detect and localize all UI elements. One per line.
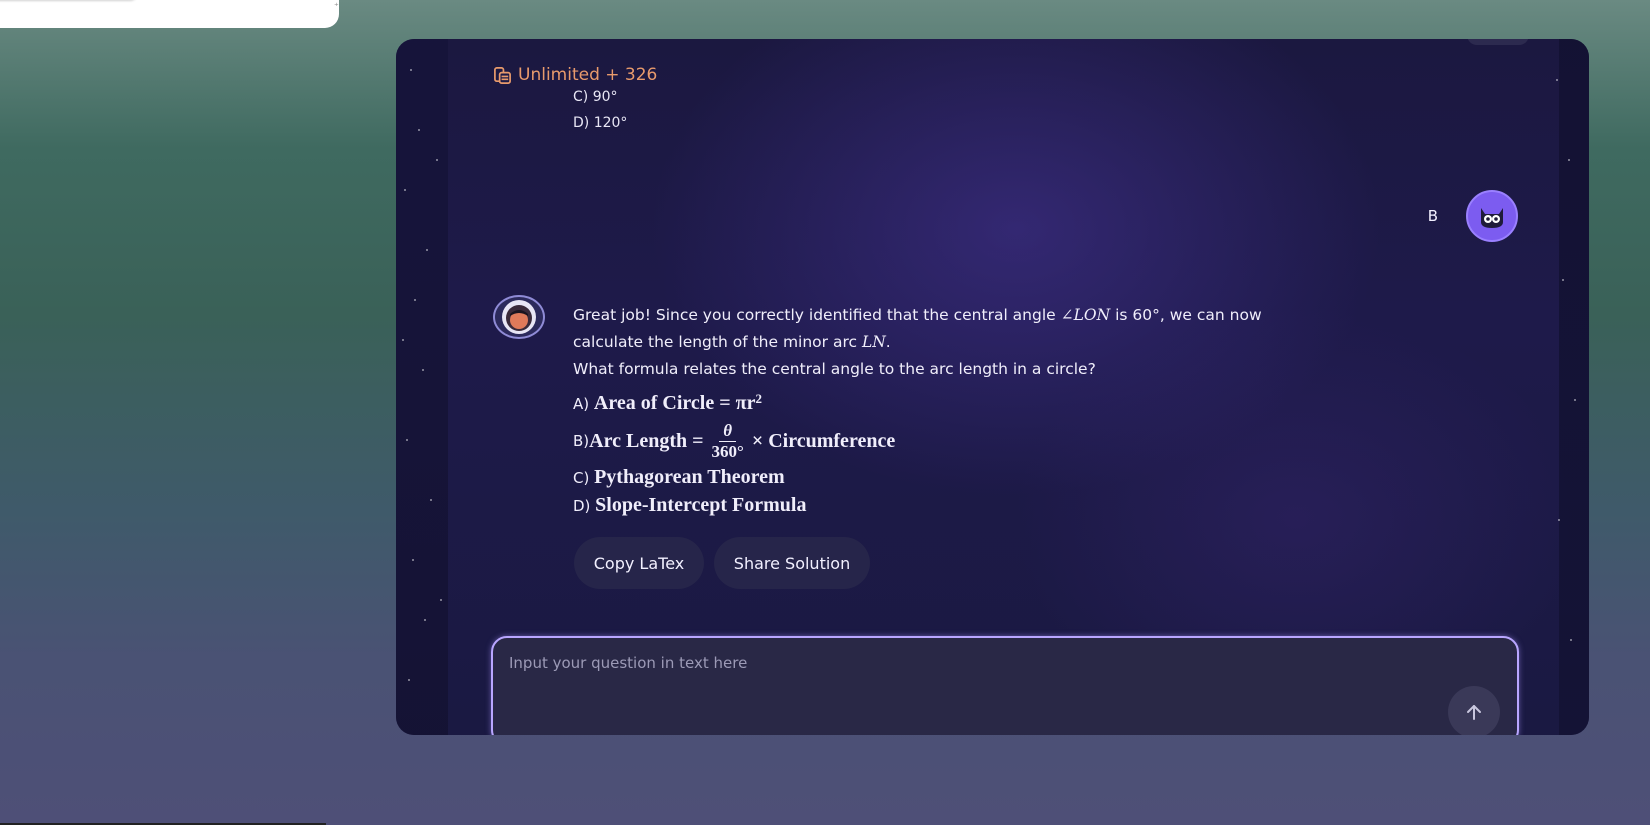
arc-notation: LN	[861, 333, 886, 351]
star-decoration	[414, 299, 416, 301]
star-decoration	[1574, 399, 1576, 401]
option-b: B) Arc Length = θ 360° × Circumference	[573, 418, 1313, 464]
fraction-denominator: 360°	[711, 441, 744, 461]
message-intro-part1: Great job! Since you correctly identifie…	[573, 306, 1061, 324]
option-b-prefix: B)	[573, 431, 590, 450]
option-d-prefix: D)	[573, 497, 596, 516]
share-solution-button[interactable]: Share Solution	[714, 537, 870, 589]
question-input-placeholder: Input your question in text here	[509, 654, 748, 672]
star-decoration	[418, 129, 420, 131]
user-message-text: B	[1427, 207, 1438, 225]
credits-indicator: Unlimited + 326	[493, 65, 657, 85]
panel-top-tab	[1467, 39, 1529, 45]
chat-panel: Unlimited + 326 C) 90° D) 120° B Great j…	[396, 39, 1589, 735]
message-intro-part2: is 60°, we can now	[1110, 306, 1262, 324]
option-d: D) Slope-Intercept Formula	[573, 492, 1313, 520]
question-input[interactable]: Input your question in text here	[491, 636, 1519, 735]
message-line2-part2: .	[885, 333, 891, 351]
star-decoration	[408, 679, 410, 681]
star-decoration	[440, 599, 442, 601]
option-b-formula-right: × Circumference	[751, 429, 896, 452]
credits-text: Unlimited + 326	[518, 65, 658, 85]
option-c-formula: Pythagorean Theorem	[594, 466, 785, 489]
message-question: What formula relates the central angle t…	[573, 360, 1096, 378]
option-b-fraction: θ 360°	[708, 421, 748, 462]
option-a-formula: Area of Circle = πr	[593, 392, 756, 415]
star-decoration	[404, 189, 406, 191]
arrow-up-icon	[1467, 705, 1481, 720]
star-decoration	[402, 339, 404, 341]
cat-avatar-icon[interactable]	[1466, 190, 1518, 242]
fraction-numerator: θ	[719, 421, 737, 442]
star-decoration	[1570, 639, 1572, 641]
previous-option-d: D) 120°	[573, 115, 628, 131]
star-decoration	[424, 619, 426, 621]
star-decoration	[436, 159, 438, 161]
angle-notation: ∠LON	[1060, 306, 1111, 324]
option-d-formula: Slope-Intercept Formula	[595, 494, 807, 517]
astronaut-avatar-icon	[493, 295, 545, 339]
option-a-prefix: A)	[573, 395, 594, 414]
star-decoration	[412, 559, 414, 561]
coins-icon	[493, 66, 512, 85]
message-line2-part1: calculate the length of the minor arc	[573, 333, 862, 351]
option-c-prefix: C)	[573, 469, 595, 488]
user-message-row: B	[1428, 190, 1518, 242]
assistant-message: Great job! Since you correctly identifie…	[573, 302, 1313, 520]
starfield-right	[1559, 39, 1589, 735]
star-decoration	[410, 69, 412, 71]
star-decoration	[1568, 159, 1570, 161]
top-left-card	[0, 0, 339, 28]
top-card-mark: ⁺	[334, 2, 339, 12]
option-a: A) Area of Circle = πr2	[573, 385, 1313, 418]
star-decoration	[406, 439, 408, 441]
message-line-2: calculate the length of the minor arc LN…	[573, 329, 1313, 356]
star-decoration	[1562, 279, 1564, 281]
send-button[interactable]	[1448, 686, 1500, 735]
star-decoration	[426, 249, 428, 251]
star-decoration	[430, 499, 432, 501]
star-decoration	[1558, 519, 1560, 521]
message-line-1: Great job! Since you correctly identifie…	[573, 302, 1313, 329]
starfield-left	[396, 39, 448, 735]
previous-option-c: C) 90°	[573, 89, 618, 105]
star-decoration	[422, 369, 424, 371]
option-c: C) Pythagorean Theorem	[573, 464, 1313, 492]
option-b-formula-left: Arc Length =	[589, 429, 704, 452]
star-decoration	[1556, 79, 1558, 81]
copy-latex-button[interactable]: Copy LaTex	[574, 537, 704, 589]
option-a-superscript: 2	[755, 391, 762, 406]
